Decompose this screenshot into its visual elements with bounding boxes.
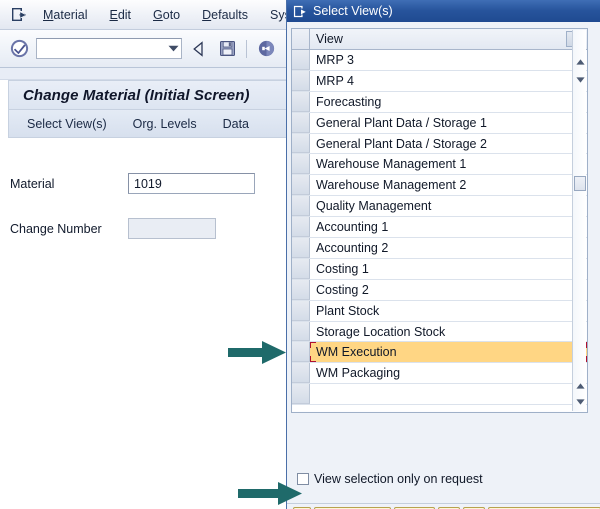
- column-header-view[interactable]: View: [310, 29, 566, 49]
- field-row-material: Material 1019: [10, 173, 255, 194]
- view-row[interactable]: WM Packaging: [292, 363, 587, 384]
- sap-dialog-icon: [293, 5, 307, 18]
- grid-vertical-scrollbar[interactable]: [572, 30, 586, 411]
- view-row-label: General Plant Data / Storage 2: [310, 134, 587, 154]
- view-row-label: Costing 2: [310, 280, 587, 300]
- view-row-label: Accounting 1: [310, 217, 587, 237]
- row-selector-cell[interactable]: [292, 342, 310, 362]
- dialog-body: View MRP 3MRP 4ForecastingGeneral Plant …: [287, 22, 600, 509]
- menu-item-goto[interactable]: Goto: [142, 6, 191, 24]
- view-row[interactable]: Accounting 1: [292, 217, 587, 238]
- back-triangle-icon[interactable]: [188, 38, 210, 60]
- view-row-label: Warehouse Management 1: [310, 154, 587, 174]
- row-selector-cell[interactable]: [292, 384, 310, 404]
- view-row-label: MRP 3: [310, 50, 587, 70]
- view-row-label: General Plant Data / Storage 1: [310, 113, 587, 133]
- view-row-label: Plant Stock: [310, 301, 587, 321]
- row-selector-cell[interactable]: [292, 217, 310, 237]
- app-button-org-levels[interactable]: Org. Levels: [133, 117, 197, 131]
- row-selector-cell[interactable]: [292, 196, 310, 216]
- command-input[interactable]: [40, 41, 164, 57]
- row-selector-cell[interactable]: [292, 71, 310, 91]
- view-row-selected[interactable]: WM Execution: [292, 342, 587, 363]
- view-row[interactable]: Costing 2: [292, 280, 587, 301]
- scroll-down-arrow-icon[interactable]: [574, 74, 586, 85]
- row-selector-cell[interactable]: [292, 92, 310, 112]
- view-row[interactable]: Quality Management: [292, 196, 587, 217]
- field-label-material: Material: [10, 177, 128, 191]
- screenshot-root: MMaterialaterial Edit Goto Defaults Syst…: [0, 0, 600, 509]
- view-row[interactable]: General Plant Data / Storage 2: [292, 134, 587, 155]
- view-row[interactable]: [292, 384, 587, 405]
- row-selector-cell[interactable]: [292, 280, 310, 300]
- view-list-rows: MRP 3MRP 4ForecastingGeneral Plant Data …: [292, 50, 587, 412]
- view-row-label: WM Execution: [310, 342, 587, 362]
- view-row-label: Warehouse Management 2: [310, 175, 587, 195]
- view-row-label: Forecasting: [310, 92, 587, 112]
- view-row[interactable]: General Plant Data / Storage 1: [292, 113, 587, 134]
- field-label-change-number: Change Number: [10, 222, 128, 236]
- menu-item-defaults[interactable]: Defaults: [191, 6, 259, 24]
- select-views-dialog: Select View(s) View MRP 3MRP 4Forecastin…: [286, 0, 600, 509]
- scroll-up-arrow-icon-bottom[interactable]: [574, 380, 586, 391]
- view-row[interactable]: Warehouse Management 2: [292, 175, 587, 196]
- row-selector-cell[interactable]: [292, 322, 310, 342]
- toolbar-separator: [246, 40, 247, 58]
- scrollbar-thumb[interactable]: [574, 176, 586, 191]
- exit-door-icon[interactable]: [255, 38, 277, 60]
- page-title: Change Material (Initial Screen): [23, 87, 250, 104]
- row-selector-cell[interactable]: [292, 259, 310, 279]
- app-button-data[interactable]: Data: [223, 117, 249, 131]
- view-row[interactable]: Warehouse Management 1: [292, 154, 587, 175]
- view-row-label: Storage Location Stock: [310, 322, 587, 342]
- view-selection-checkbox-row[interactable]: View selection only on request: [297, 472, 483, 486]
- row-selector-cell[interactable]: [292, 154, 310, 174]
- scroll-up-arrow-icon[interactable]: [574, 56, 586, 67]
- row-selector-cell[interactable]: [292, 50, 310, 70]
- view-row-label: WM Packaging: [310, 363, 587, 383]
- view-row[interactable]: Accounting 2: [292, 238, 587, 259]
- save-floppy-icon[interactable]: [216, 38, 238, 60]
- material-field[interactable]: 1019: [128, 173, 255, 194]
- sap-session-icon[interactable]: [6, 7, 32, 22]
- menu-item-edit[interactable]: Edit: [98, 6, 142, 24]
- row-selector-cell[interactable]: [292, 301, 310, 321]
- view-row[interactable]: Plant Stock: [292, 301, 587, 322]
- row-selector-cell[interactable]: [292, 175, 310, 195]
- view-row[interactable]: Costing 1: [292, 259, 587, 280]
- enter-check-icon[interactable]: [8, 38, 30, 60]
- command-field[interactable]: [36, 38, 182, 59]
- grid-corner-cell[interactable]: [292, 29, 310, 49]
- view-selection-checkbox[interactable]: [297, 473, 309, 485]
- view-row-label: Quality Management: [310, 196, 587, 216]
- dialog-button-bar: Org. Levels Data: [287, 503, 600, 509]
- view-row-label: MRP 4: [310, 71, 587, 91]
- view-row-label: [310, 384, 587, 404]
- scroll-down-arrow-icon-bottom[interactable]: [574, 396, 586, 407]
- view-row-label: Costing 1: [310, 259, 587, 279]
- menu-item-material[interactable]: MMaterialaterial: [32, 6, 98, 24]
- row-selector-cell[interactable]: [292, 363, 310, 383]
- view-row-label: Accounting 2: [310, 238, 587, 258]
- dialog-title-bar[interactable]: Select View(s): [287, 0, 600, 22]
- field-row-change-number: Change Number: [10, 218, 216, 239]
- chevron-down-icon[interactable]: [167, 43, 179, 55]
- view-row[interactable]: Forecasting: [292, 92, 587, 113]
- row-selector-cell[interactable]: [292, 134, 310, 154]
- view-list-grid: View MRP 3MRP 4ForecastingGeneral Plant …: [291, 28, 588, 413]
- row-selector-cell[interactable]: [292, 238, 310, 258]
- app-button-select-views[interactable]: Select View(s): [27, 117, 107, 131]
- dialog-title: Select View(s): [313, 4, 393, 18]
- row-selector-cell[interactable]: [292, 113, 310, 133]
- grid-header-row: View: [292, 29, 587, 50]
- view-row[interactable]: MRP 3: [292, 50, 587, 71]
- change-number-field[interactable]: [128, 218, 216, 239]
- view-row[interactable]: MRP 4: [292, 71, 587, 92]
- view-selection-checkbox-label: View selection only on request: [314, 472, 483, 486]
- view-row[interactable]: Storage Location Stock: [292, 322, 587, 343]
